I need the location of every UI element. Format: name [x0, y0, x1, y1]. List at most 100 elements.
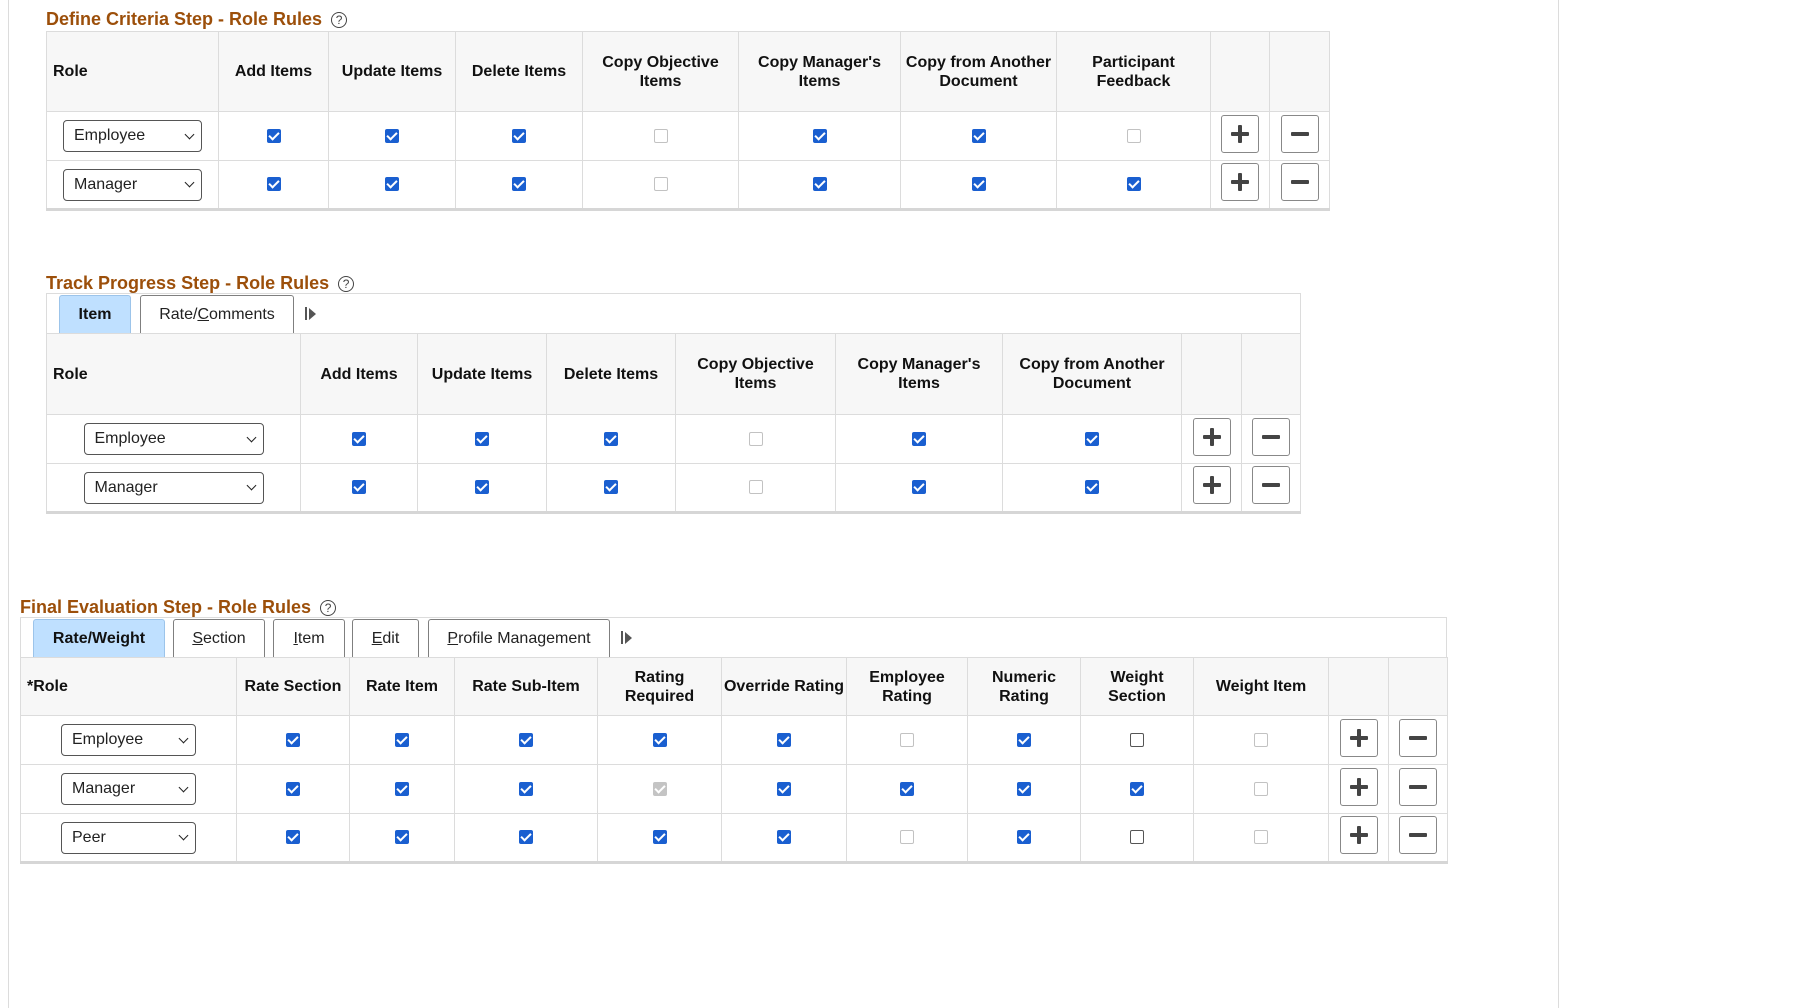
checkbox[interactable] — [519, 732, 533, 747]
checkbox[interactable] — [900, 781, 914, 796]
checkbox-cell — [721, 715, 847, 765]
tab-profile-management[interactable]: Profile Management — [428, 619, 610, 658]
checkbox[interactable] — [1017, 781, 1031, 796]
checkbox-cell — [455, 160, 583, 211]
delete-row-button[interactable] — [1399, 767, 1437, 806]
tab-item[interactable]: Item — [273, 619, 345, 658]
question-circle-icon[interactable]: ? — [338, 275, 355, 292]
tab-item[interactable]: Item — [59, 295, 131, 334]
checkbox[interactable] — [777, 732, 791, 747]
question-circle-icon[interactable]: ? — [331, 11, 348, 28]
checkbox[interactable] — [653, 128, 668, 143]
tab-rate-weight[interactable]: Rate/Weight — [33, 619, 165, 658]
role-select[interactable]: Manager — [83, 471, 264, 504]
checkbox[interactable] — [266, 177, 281, 192]
role-select[interactable]: Manager — [61, 773, 196, 805]
checkbox[interactable] — [266, 128, 281, 143]
add-row-button[interactable] — [1192, 417, 1231, 456]
checkbox[interactable] — [1017, 732, 1031, 747]
checkbox[interactable] — [652, 830, 667, 845]
checkbox[interactable] — [1130, 732, 1144, 747]
delete-row-button[interactable] — [1252, 466, 1290, 504]
checkbox[interactable] — [971, 177, 986, 192]
checkbox[interactable] — [812, 177, 827, 192]
tab-section[interactable]: Section — [173, 619, 265, 658]
checkbox[interactable] — [352, 431, 366, 446]
add-row-button[interactable] — [1221, 163, 1259, 201]
checkbox[interactable] — [395, 830, 409, 845]
checkbox[interactable] — [653, 177, 668, 192]
checkbox[interactable] — [1085, 480, 1099, 495]
checkbox[interactable] — [1126, 128, 1141, 143]
checkbox[interactable] — [912, 480, 926, 495]
checkbox[interactable] — [475, 480, 489, 495]
tab-rate-comments[interactable]: Rate/Comments — [140, 295, 294, 334]
checkbox[interactable] — [519, 781, 533, 796]
column-header: Add Items — [300, 333, 418, 415]
column-header: Participant Feedback — [1056, 31, 1211, 112]
tab-label-post: ection — [202, 630, 246, 647]
chevron-down-icon — [246, 432, 256, 442]
checkbox-cell — [900, 160, 1057, 211]
checkbox[interactable] — [748, 431, 763, 446]
delete-row-button[interactable] — [1399, 816, 1437, 854]
checkbox[interactable] — [777, 830, 791, 845]
checkbox[interactable] — [900, 732, 914, 747]
tab-label-post: Rate/Weight — [52, 630, 146, 647]
checkbox[interactable] — [512, 128, 526, 143]
add-row-button[interactable] — [1192, 466, 1231, 504]
role-select[interactable]: Employee — [61, 724, 196, 756]
checkbox[interactable] — [912, 431, 926, 446]
add-row-button[interactable] — [1339, 718, 1378, 757]
checkbox[interactable] — [1254, 781, 1268, 796]
column-header: Copy Manager's Items — [738, 31, 901, 112]
checkbox[interactable] — [512, 177, 526, 192]
checkbox[interactable] — [519, 830, 533, 845]
track-progress-grid: Role Add Items Update Items Delete Items Cop… — [46, 333, 1301, 514]
table-row: Employee — [20, 715, 1448, 765]
question-circle-icon[interactable]: ? — [320, 599, 337, 616]
delete-row-button[interactable] — [1280, 114, 1319, 153]
checkbox[interactable] — [395, 781, 409, 796]
column-header: Copy from Another Document — [1002, 333, 1182, 415]
checkbox[interactable] — [900, 830, 914, 845]
checkbox[interactable] — [812, 128, 827, 143]
column-header: Override Rating — [721, 657, 847, 716]
checkbox[interactable] — [475, 431, 489, 446]
checkbox[interactable] — [777, 781, 791, 796]
role-select[interactable]: Employee — [83, 423, 264, 455]
show-all-columns-icon[interactable] — [621, 631, 632, 644]
add-row-button[interactable] — [1339, 816, 1378, 854]
delete-row-button[interactable] — [1252, 417, 1290, 456]
role-select[interactable]: Peer — [61, 821, 196, 854]
checkbox[interactable] — [1254, 830, 1268, 845]
role-select[interactable]: Employee — [63, 120, 202, 152]
column-header: Rate Sub-Item — [454, 657, 598, 716]
checkbox[interactable] — [395, 732, 409, 747]
checkbox[interactable] — [1085, 431, 1099, 446]
checkbox[interactable] — [604, 480, 618, 495]
checkbox[interactable] — [1130, 781, 1144, 796]
checkbox[interactable] — [286, 830, 300, 845]
delete-row-button[interactable] — [1280, 163, 1319, 201]
tab-edit[interactable]: Edit — [352, 619, 419, 658]
checkbox[interactable] — [748, 480, 763, 495]
delete-row-button[interactable] — [1399, 718, 1437, 757]
checkbox[interactable] — [385, 177, 399, 192]
checkbox[interactable] — [652, 732, 667, 747]
checkbox[interactable] — [604, 431, 618, 446]
add-row-button[interactable] — [1339, 767, 1378, 806]
role-select[interactable]: Manager — [63, 168, 202, 201]
checkbox[interactable] — [385, 128, 399, 143]
add-row-button[interactable] — [1221, 114, 1259, 153]
checkbox[interactable] — [1130, 830, 1144, 845]
show-all-columns-icon[interactable] — [305, 307, 316, 320]
grid-header-row: Role Add Items Update Items Delete Items Cop… — [46, 31, 1330, 112]
checkbox[interactable] — [352, 480, 366, 495]
checkbox[interactable] — [286, 781, 300, 796]
checkbox[interactable] — [1126, 177, 1141, 192]
checkbox[interactable] — [971, 128, 986, 143]
checkbox[interactable] — [286, 732, 300, 747]
checkbox[interactable] — [1254, 732, 1268, 747]
checkbox[interactable] — [1017, 830, 1031, 845]
